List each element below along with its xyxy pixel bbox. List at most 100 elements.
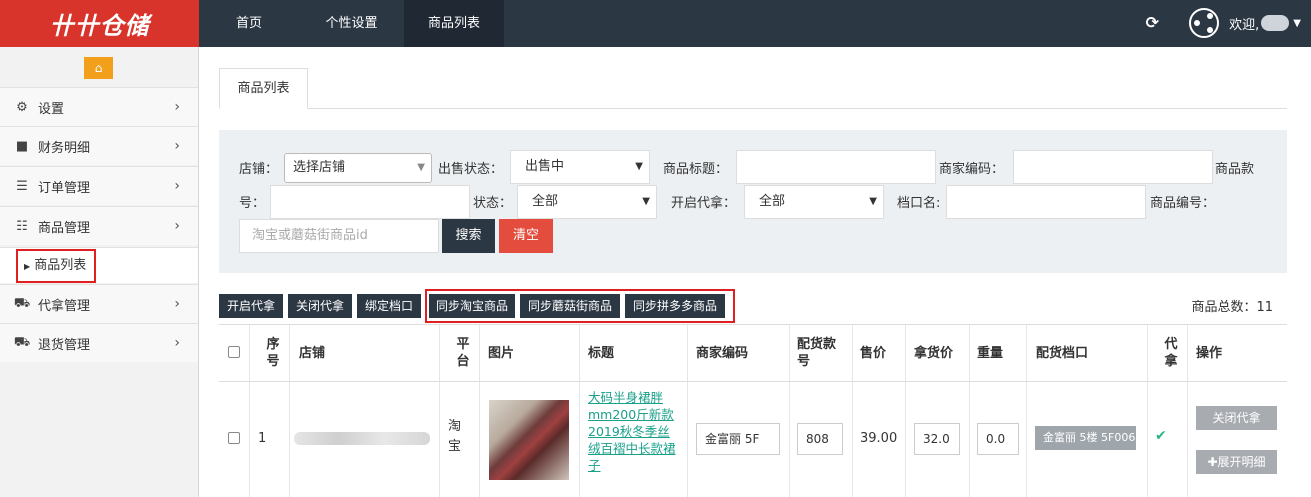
goods-id-placeholder: 淘宝或蘑菇街商品id	[252, 228, 368, 243]
refresh-icon[interactable]: ⟳	[1146, 13, 1159, 32]
merchant-code-label: 商家编码：	[939, 162, 1005, 177]
style-no-label-1: 商品款	[1215, 162, 1255, 177]
list-icon: ☷	[16, 218, 28, 234]
top-navbar: 首页 个性设置 商品列表 ⟳ 欢迎, ▼	[199, 0, 1311, 47]
search-button[interactable]: 搜索	[442, 219, 495, 253]
sale-status-value: 出售中	[525, 159, 565, 174]
goods-table: 序号 店铺 平台 图片 标题 商家编码 配货款号 售价 拿货价 重量 配货档口 …	[219, 324, 1287, 497]
style-no-label-2: 号：	[239, 196, 266, 211]
nav-goods-list[interactable]: 商品列表	[404, 0, 504, 47]
header-take-price: 拿货价	[914, 345, 954, 361]
status-label: 状态：	[473, 196, 513, 211]
title-label: 商品标题：	[663, 162, 729, 177]
sidebar-item-label: 代拿管理	[38, 298, 91, 314]
stall-input[interactable]	[946, 185, 1146, 219]
store-select-value: 选择店铺	[293, 160, 346, 175]
enable-proxy-button[interactable]: 开启代拿	[219, 294, 283, 318]
sale-status-select[interactable]: 出售中 ▼	[510, 150, 650, 184]
caret-down-icon: ▼	[417, 162, 425, 173]
caret-down-icon: ▼	[869, 196, 877, 207]
store-label: 店铺：	[239, 162, 279, 177]
tab-strip: 商品列表	[219, 68, 1287, 109]
briefcase-icon: ■	[15, 138, 29, 154]
sidebar-item-label: 财务明细	[38, 140, 91, 156]
header-title: 标题	[588, 345, 615, 361]
caret-right-icon: ▶	[24, 262, 31, 271]
bind-stall-button[interactable]: 绑定档口	[357, 294, 421, 318]
header-proxy: 代拿	[1164, 337, 1178, 369]
row-style-no-input[interactable]: 808	[797, 423, 843, 455]
chevron-right-icon: ›	[174, 335, 180, 351]
sidebar-item-settings[interactable]: ⚙ 设置 ›	[0, 87, 198, 126]
gears-icon: ⚙	[16, 99, 28, 115]
header-stall: 配货档口	[1036, 345, 1089, 361]
sidebar-item-goods[interactable]: ☷ 商品管理 ›	[0, 206, 198, 245]
check-icon: ✔	[1155, 428, 1167, 444]
chevron-right-icon: ›	[174, 138, 180, 154]
status-select[interactable]: 全部 ▼	[517, 185, 657, 219]
main-content: 商品列表 店铺： 选择店铺 ▼ 出售状态： 出售中 ▼ 商品标题： 商家编码： 商品…	[199, 47, 1311, 497]
caret-down-icon: ▼	[1293, 17, 1301, 29]
welcome-text: 欢迎,	[1229, 17, 1260, 33]
title-input[interactable]	[736, 150, 936, 184]
clear-button[interactable]: 清空	[499, 219, 553, 253]
home-icon[interactable]: ⌂	[84, 57, 113, 79]
goods-no-label: 商品编号：	[1150, 196, 1216, 211]
sidebar-item-label: 商品管理	[38, 220, 91, 236]
merchant-code-input[interactable]	[1013, 150, 1213, 184]
header-image: 图片	[488, 345, 515, 361]
style-no-input[interactable]	[270, 185, 470, 219]
nav-personal-settings[interactable]: 个性设置	[299, 0, 404, 47]
sidebar-item-proxy[interactable]: ⛟ 代拿管理 ›	[0, 284, 198, 323]
stall-label: 档口名:	[897, 196, 941, 211]
sidebar-subitem-label: 商品列表	[34, 258, 87, 273]
row-stall-tag: 金富丽 5楼 5F006	[1035, 426, 1136, 450]
cart-icon: ⛟	[13, 295, 31, 311]
sale-status-label: 出售状态：	[438, 162, 504, 177]
truck-icon: ⛟	[13, 334, 31, 350]
row-weight-input[interactable]: 0.0	[977, 423, 1019, 455]
username-blurred	[1261, 15, 1290, 31]
sidebar-subitem-goods-list[interactable]: ▶ 商品列表	[0, 247, 198, 283]
nav-home[interactable]: 首页	[199, 0, 299, 47]
row-store-blurred	[294, 432, 430, 445]
header-merchant-code: 商家编码	[696, 345, 749, 361]
sidebar-item-orders[interactable]: ☰ 订单管理 ›	[0, 166, 198, 205]
select-all-checkbox[interactable]	[228, 346, 240, 358]
proxy-value: 全部	[759, 194, 786, 209]
logo: 卄卄仓储	[0, 0, 199, 47]
user-menu[interactable]: 欢迎, ▼	[1189, 8, 1301, 38]
tab-goods-list[interactable]: 商品列表	[219, 68, 308, 109]
sidebar-item-returns[interactable]: ⛟ 退货管理 ›	[0, 323, 198, 362]
share-icon	[1189, 8, 1220, 38]
highlight-box	[425, 289, 735, 323]
sidebar: ⌂ ⚙ 设置 › ■ 财务明细 › ☰ 订单管理 › ☷ 商品管理 › ▶ 商品…	[0, 47, 199, 497]
close-proxy-button[interactable]: 关闭代拿	[1196, 406, 1277, 430]
header-store: 店铺	[299, 345, 326, 361]
header-ops: 操作	[1196, 345, 1223, 361]
header-price: 售价	[860, 345, 887, 361]
chevron-right-icon: ›	[174, 296, 180, 312]
sidebar-item-label: 退货管理	[38, 337, 91, 353]
row-price: 39.00	[860, 431, 898, 446]
sidebar-item-label: 订单管理	[38, 180, 91, 196]
sidebar-item-finance[interactable]: ■ 财务明细 ›	[0, 126, 198, 165]
row-title-link[interactable]: 大码半身裙胖mm200斤新款2019秋冬季丝绒百褶中长款裙子	[588, 389, 680, 474]
store-select[interactable]: 选择店铺 ▼	[284, 153, 432, 183]
header-platform: 平台	[456, 337, 470, 369]
row-checkbox[interactable]	[228, 432, 240, 444]
caret-down-icon: ▼	[635, 161, 643, 172]
goods-id-input[interactable]: 淘宝或蘑菇街商品id	[239, 219, 439, 253]
expand-details-button[interactable]: ✚展开明细	[1196, 450, 1277, 474]
logo-text: 卄卄仓储	[49, 12, 150, 40]
row-merchant-code-input[interactable]: 金富丽 5F	[696, 423, 780, 455]
caret-down-icon: ▼	[642, 196, 650, 207]
row-product-image[interactable]	[489, 400, 569, 480]
row-platform: 淘宝	[448, 419, 462, 454]
disable-proxy-button[interactable]: 关闭代拿	[288, 294, 352, 318]
row-take-price-input[interactable]: 32.0	[914, 423, 960, 455]
chevron-right-icon: ›	[174, 99, 180, 115]
proxy-select[interactable]: 全部 ▼	[744, 185, 884, 219]
row-seq: 1	[258, 431, 267, 446]
proxy-label: 开启代拿：	[671, 196, 737, 211]
